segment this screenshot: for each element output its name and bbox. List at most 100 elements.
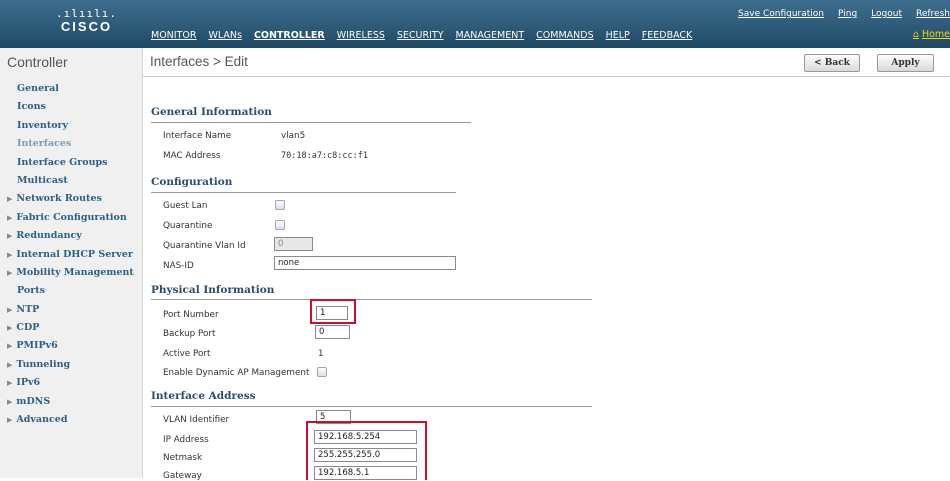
cisco-logo: .ılıılı. CISCO [56,8,117,34]
sidebar-item-label: Fabric Configuration [16,211,127,223]
sidebar-item-label: Network Routes [16,193,102,205]
backup-port-label: Backup Port [163,329,216,339]
expand-arrow-icon: ▶ [7,249,13,259]
nav-security[interactable]: SECURITY [397,30,444,41]
general-information-heading: General Information [151,106,272,118]
sidebar-item-label: IPv6 [16,377,41,389]
cisco-logo-bars: .ılıılı. [56,7,117,20]
expand-arrow-icon: ▶ [7,231,13,241]
page-title: Interfaces > Edit [150,54,248,69]
expand-arrow-icon: ▶ [7,194,13,204]
sidebar-menu: General Icons Inventory Interfaces Inter… [0,80,142,429]
interface-address-heading: Interface Address [151,390,256,402]
sidebar-item-advanced[interactable]: ▶ Advanced [0,411,142,429]
back-button[interactable]: < Back [804,54,860,72]
utility-links: Save Configuration Ping Logout Refresh [724,9,950,19]
sidebar-item-multicast[interactable]: Multicast [0,172,142,190]
apply-button[interactable]: Apply [877,54,934,72]
nav-monitor[interactable]: MONITOR [151,30,196,41]
sidebar-item-mobility-management[interactable]: ▶ Mobility Management [0,264,142,282]
guest-lan-label: Guest Lan [163,201,208,211]
sidebar-item-cdp[interactable]: ▶ CDP [0,319,142,337]
home-icon: ⌂ [912,29,919,40]
nav-wlans[interactable]: WLANs [208,30,241,41]
configuration-heading: Configuration [151,176,233,188]
home-link[interactable]: ⌂ Home [913,29,950,40]
quarantine-checkbox[interactable] [275,220,285,230]
expand-arrow-icon: ▶ [7,359,13,369]
save-configuration-link[interactable]: Save Configuration [738,9,824,19]
nav-controller[interactable]: CONTROLLER [254,30,325,41]
vlan-identifier-label: VLAN Identifier [163,415,230,425]
sidebar-item-general[interactable]: General [0,80,142,98]
nav-help[interactable]: HELP [606,30,630,41]
nav-wireless[interactable]: WIRELESS [337,30,385,41]
sidebar-item-interface-groups[interactable]: Interface Groups [0,154,142,172]
expand-arrow-icon: ▶ [7,341,13,351]
sidebar: Controller General Icons Inventory Inter… [0,48,143,478]
main-content: Interfaces > Edit < Back Apply General I… [143,48,950,481]
sidebar-item-label: NTP [16,303,40,315]
quarantine-vlan-id-field[interactable]: 0 [274,237,313,251]
port-number-label: Port Number [163,310,219,320]
home-label: Home [921,29,950,40]
sidebar-item-mdns[interactable]: ▶ mDNS [0,393,142,411]
expand-arrow-icon: ▶ [7,415,13,425]
nav-management[interactable]: MANAGEMENT [456,30,525,41]
nav-commands[interactable]: COMMANDS [536,30,593,41]
nas-id-label: NAS-ID [163,261,194,271]
title-divider [143,76,950,77]
sidebar-title: Controller [7,54,68,70]
sidebar-item-label: Mobility Management [16,266,134,278]
sidebar-item-label: Advanced [16,414,68,426]
nav-feedback[interactable]: FEEDBACK [642,30,693,41]
interface-name-label: Interface Name [163,131,232,141]
sidebar-item-inventory[interactable]: Inventory [0,117,142,135]
sidebar-item-tunneling[interactable]: ▶ Tunneling [0,356,142,374]
quarantine-label: Quarantine [163,221,213,231]
sidebar-item-label: Internal DHCP Server [16,248,133,260]
interface-name-value: vlan5 [281,131,306,141]
expand-arrow-icon: ▶ [7,396,13,406]
logout-link[interactable]: Logout [871,9,902,19]
section-divider [151,299,592,300]
expand-arrow-icon: ▶ [7,212,13,222]
ip-settings-highlight [306,421,427,480]
mac-address-label: MAC Address [163,151,221,161]
sidebar-item-network-routes[interactable]: ▶ Network Routes [0,190,142,208]
port-number-highlight [310,299,356,324]
dynamic-ap-management-checkbox[interactable] [317,367,327,377]
top-banner: .ılıılı. CISCO MONITOR WLANs CONTROLLER … [0,0,950,48]
backup-port-field[interactable]: 0 [315,325,350,339]
sidebar-item-redundancy[interactable]: ▶ Redundancy [0,227,142,245]
dynamic-ap-management-label: Enable Dynamic AP Management [163,368,310,378]
sidebar-item-ntp[interactable]: ▶ NTP [0,301,142,319]
section-divider [151,406,592,407]
sidebar-item-fabric-configuration[interactable]: ▶ Fabric Configuration [0,209,142,227]
section-divider [151,192,456,193]
ip-address-label: IP Address [163,435,209,445]
sidebar-item-ports[interactable]: Ports [0,282,142,300]
sidebar-item-label: Redundancy [16,230,82,242]
sidebar-item-ipv6[interactable]: ▶ IPv6 [0,374,142,392]
nas-id-field[interactable]: none [274,256,456,270]
ping-link[interactable]: Ping [838,9,857,19]
refresh-link[interactable]: Refresh [916,9,950,19]
main-nav: MONITOR WLANs CONTROLLER WIRELESS SECURI… [151,30,704,41]
sidebar-item-label: PMIPv6 [16,340,58,352]
sidebar-item-icons[interactable]: Icons [0,98,142,116]
expand-arrow-icon: ▶ [7,378,13,388]
sidebar-item-label: mDNS [16,395,51,407]
cisco-logo-text: CISCO [60,19,113,34]
sidebar-item-label: Tunneling [16,358,71,370]
sidebar-item-internal-dhcp-server[interactable]: ▶ Internal DHCP Server [0,246,142,264]
quarantine-vlan-id-label: Quarantine Vlan Id [163,241,246,251]
sidebar-item-pmipv6[interactable]: ▶ PMIPv6 [0,337,142,355]
guest-lan-checkbox[interactable] [275,200,285,210]
sidebar-item-interfaces[interactable]: Interfaces [0,135,142,153]
netmask-label: Netmask [163,453,203,463]
sidebar-item-label: CDP [16,322,40,334]
expand-arrow-icon: ▶ [7,267,13,277]
expand-arrow-icon: ▶ [7,323,13,333]
gateway-label: Gateway [163,471,202,481]
